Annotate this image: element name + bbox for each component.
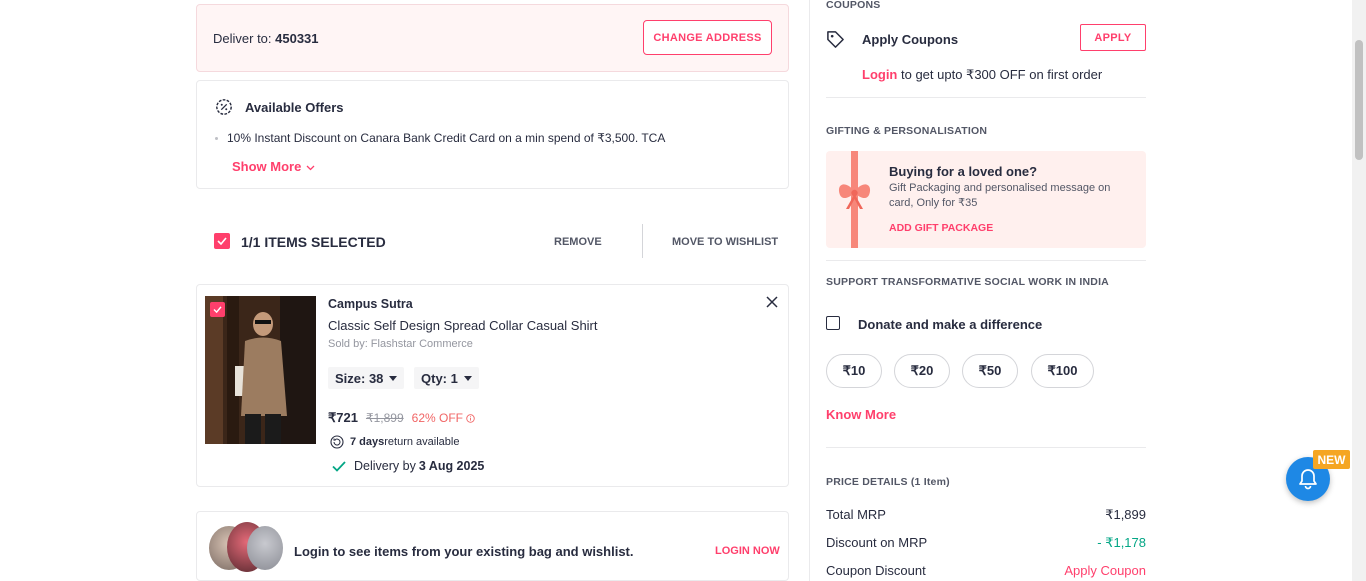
price-row-value: - ₹1,178: [1097, 535, 1146, 550]
item-name[interactable]: Classic Self Design Spread Collar Casual…: [328, 318, 598, 333]
change-address-button[interactable]: CHANGE ADDRESS: [643, 20, 772, 55]
donation-amount-100[interactable]: ₹100: [1031, 354, 1094, 388]
delivery-date: 3 Aug 2025: [418, 459, 485, 473]
deliver-to-text: Deliver to: 450331: [213, 31, 319, 46]
tag-icon: [827, 31, 844, 48]
scrollbar-thumb[interactable]: [1355, 40, 1363, 160]
available-offers-card: Available Offers 10% Instant Discount on…: [196, 80, 789, 189]
gifting-section-title: GIFTING & PERSONALISATION: [826, 125, 988, 137]
qty-label: Qty: 1: [421, 370, 458, 386]
coupon-login-text: Login to get upto ₹300 OFF on first orde…: [862, 67, 1102, 83]
return-text: return available: [384, 436, 460, 448]
items-selection-row: 1/1 ITEMS SELECTED REMOVE MOVE TO WISHLI…: [196, 224, 789, 258]
offer-bullet: [215, 137, 218, 140]
add-gift-package-button[interactable]: ADD GIFT PACKAGE: [889, 222, 993, 234]
coupons-section-title: COUPONS: [826, 0, 881, 11]
delivery-info: Delivery by 3 Aug 2025: [332, 459, 484, 473]
coupon-login-suffix: to get upto ₹300 OFF on first order: [897, 67, 1103, 82]
size-selector[interactable]: Size: 38: [328, 367, 405, 389]
offer-item: 10% Instant Discount on Canara Bank Cred…: [227, 131, 666, 145]
delivery-label: Delivery by: [354, 459, 416, 473]
price-block: ₹721 ₹1,899 62% OFF: [328, 410, 475, 426]
check-icon: [217, 237, 227, 245]
delivery-address-bar: Deliver to: 450331 CHANGE ADDRESS: [196, 4, 789, 72]
price-row-label: Total MRP: [826, 507, 886, 522]
gift-title: Buying for a loved one?: [889, 164, 1038, 179]
price-row-label: Discount on MRP: [826, 535, 928, 550]
divider: [826, 260, 1146, 261]
price-details-title: PRICE DETAILS (1 Item): [826, 476, 950, 488]
caret-down-icon: [463, 375, 472, 381]
avatar: [247, 526, 283, 570]
show-more-link[interactable]: Show More: [232, 159, 315, 174]
donate-checkbox[interactable]: [826, 316, 840, 330]
divider: [826, 447, 1146, 448]
apply-coupon-link[interactable]: Apply Coupon: [1064, 563, 1146, 578]
donation-amount-50[interactable]: ₹50: [962, 354, 1018, 388]
divider: [826, 97, 1146, 98]
action-divider: [642, 224, 643, 258]
donation-section-title: SUPPORT TRANSFORMATIVE SOCIAL WORK IN IN…: [826, 276, 1109, 288]
item-seller: Sold by: Flashstar Commerce: [328, 338, 473, 350]
item-price: ₹721: [328, 410, 358, 425]
item-mrp: ₹1,899: [365, 411, 404, 425]
know-more-link[interactable]: Know More: [826, 407, 896, 422]
coupon-login-link[interactable]: Login: [862, 67, 897, 82]
donation-amount-20[interactable]: ₹20: [894, 354, 950, 388]
close-icon[interactable]: [766, 296, 778, 308]
price-row-total-mrp: Total MRP ₹1,899: [826, 507, 1146, 522]
offers-title: Available Offers: [245, 100, 344, 115]
quantity-selector[interactable]: Qty: 1: [414, 367, 479, 389]
price-row-label: Coupon Discount: [826, 563, 926, 578]
move-to-wishlist-button[interactable]: MOVE TO WISHLIST: [672, 236, 778, 248]
product-image[interactable]: [205, 296, 316, 444]
return-days: 7 days: [350, 436, 385, 448]
login-banner: Login to see items from your existing ba…: [196, 511, 789, 581]
items-selected-label: 1/1 ITEMS SELECTED: [241, 234, 386, 250]
show-more-label: Show More: [232, 159, 302, 174]
item-checkbox[interactable]: [210, 302, 225, 317]
remove-button[interactable]: REMOVE: [554, 236, 602, 248]
check-mark-icon: [332, 460, 346, 472]
bell-icon: [1299, 469, 1317, 490]
column-divider: [809, 0, 810, 581]
price-row-discount: Discount on MRP - ₹1,178: [826, 535, 1146, 550]
apply-coupons-title: Apply Coupons: [862, 32, 959, 47]
cart-item-card: Campus Sutra Classic Self Design Spread …: [196, 284, 789, 487]
price-row-coupon: Coupon Discount Apply Coupon: [826, 563, 1146, 578]
check-icon: [213, 306, 222, 313]
new-badge: NEW: [1313, 450, 1350, 469]
gift-ribbon-icon: [838, 151, 871, 248]
gift-description: Gift Packaging and personalised message …: [889, 182, 1111, 209]
price-row-value: ₹1,899: [1105, 507, 1146, 522]
offer-badge-icon: [216, 99, 232, 115]
caret-down-icon: [389, 375, 398, 381]
size-label: Size: 38: [335, 370, 384, 386]
login-now-button[interactable]: LOGIN NOW: [715, 545, 780, 557]
deliver-pincode: 450331: [275, 31, 319, 46]
select-all-checkbox[interactable]: [214, 233, 230, 249]
item-brand: Campus Sutra: [328, 297, 413, 311]
product-photo-illustration: [205, 296, 316, 444]
return-info: 7 days return available: [330, 435, 459, 449]
donation-amount-10[interactable]: ₹10: [826, 354, 882, 388]
login-banner-text: Login to see items from your existing ba…: [294, 544, 634, 559]
donate-label: Donate and make a difference: [858, 317, 1043, 332]
info-icon[interactable]: [466, 413, 475, 423]
chevron-down-icon: [306, 165, 315, 171]
apply-coupon-button[interactable]: APPLY: [1080, 24, 1146, 51]
avatars-group: [209, 522, 285, 572]
page-scrollbar[interactable]: [1352, 0, 1366, 581]
return-arrow-icon: [330, 435, 344, 449]
item-discount: 62% OFF: [411, 411, 463, 425]
deliver-to-label: Deliver to:: [213, 31, 276, 46]
gift-package-box: Buying for a loved one? Gift Packaging a…: [826, 151, 1146, 248]
